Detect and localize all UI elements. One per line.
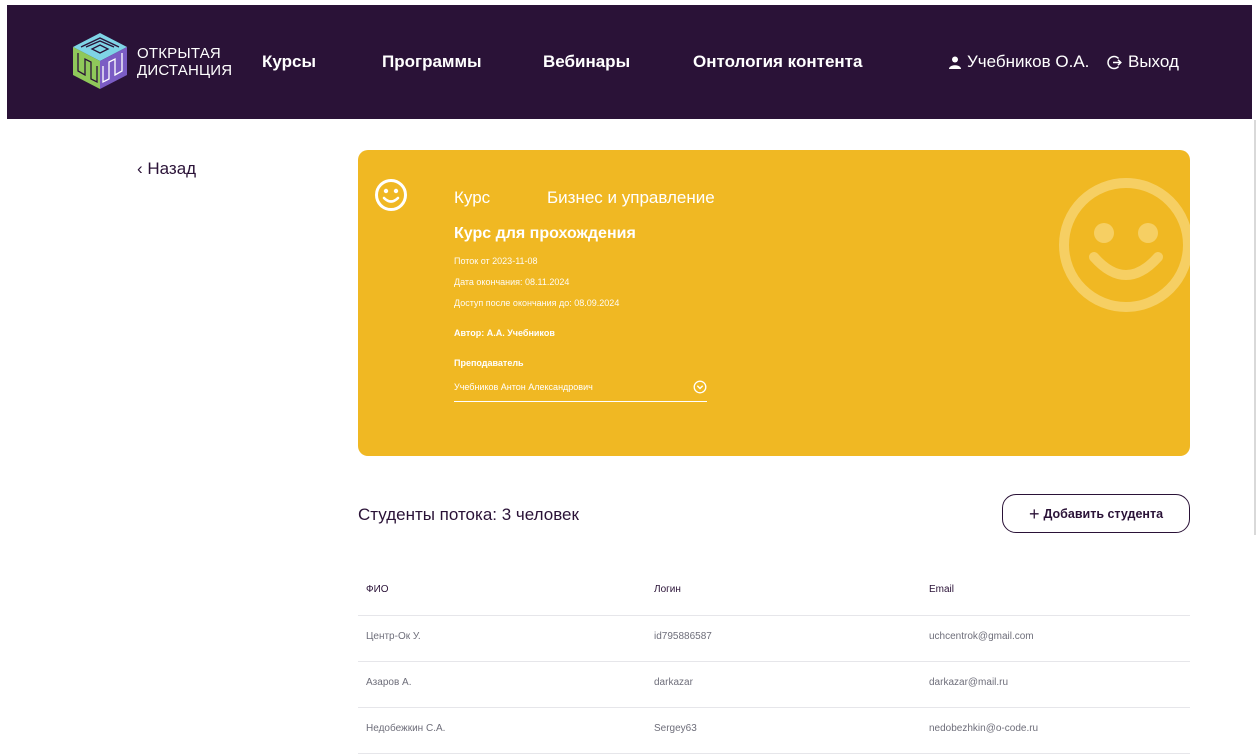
logo-text: ОТКРЫТАЯ ДИСТАНЦИЯ <box>137 45 232 79</box>
course-title: Курс для прохождения <box>454 225 636 242</box>
course-access-until: Доступ после окончания до: 08.09.2024 <box>454 298 620 308</box>
student-login: id795886587 <box>654 631 712 642</box>
scrollbar[interactable] <box>1254 120 1256 535</box>
logo-text-line2: ДИСТАНЦИЯ <box>137 62 233 79</box>
plus-icon: + <box>1028 503 1040 524</box>
chevron-down-icon[interactable] <box>693 380 707 394</box>
nav-item-programs[interactable]: Программы <box>382 52 482 72</box>
logout-label: Выход <box>1128 52 1179 71</box>
logout-icon <box>1107 55 1122 69</box>
logo-cube-icon[interactable] <box>71 31 129 91</box>
student-name: Азаров А. <box>366 677 412 688</box>
course-card: Курс Бизнес и управление Курс для прохож… <box>358 150 1190 456</box>
student-login: Sergey63 <box>654 723 697 734</box>
student-login: darkazar <box>654 677 693 688</box>
logo-text-line1: ОТКРЫТАЯ <box>137 45 221 62</box>
teacher-label: Преподаватель <box>454 358 524 368</box>
student-email: uchcentrok@gmail.com <box>929 631 1034 642</box>
course-author: Автор: А.А. Учебников <box>454 328 555 338</box>
user-name: Учебников О.А. <box>967 52 1090 71</box>
logout-button[interactable]: Выход <box>1107 52 1179 72</box>
nav-item-courses[interactable]: Курсы <box>262 52 316 72</box>
user-profile[interactable]: Учебников О.А. <box>949 52 1089 72</box>
table-row[interactable]: Недобежкин С.А. Sergey63 nedobezhkin@o-c… <box>358 708 1190 754</box>
column-header-name: ФИО <box>366 584 389 595</box>
top-header: ОТКРЫТАЯ ДИСТАНЦИЯ Курсы Программы Вебин… <box>7 5 1252 119</box>
table-header: ФИО Логин Email <box>358 570 1190 616</box>
table-row[interactable]: Азаров А. darkazar darkazar@mail.ru <box>358 662 1190 708</box>
table-row[interactable]: Центр-Ок У. id795886587 uchcentrok@gmail… <box>358 616 1190 662</box>
back-link[interactable]: ‹ Назад <box>137 159 196 179</box>
course-type-label: Курс <box>454 188 491 207</box>
user-icon <box>949 56 961 69</box>
course-category: Бизнес и управление <box>547 188 715 207</box>
add-student-button[interactable]: + Добавить студента <box>1002 494 1190 533</box>
smile-background-icon <box>1059 178 1190 312</box>
nav-item-webinars[interactable]: Вебинары <box>543 52 630 72</box>
column-header-login: Логин <box>654 584 681 595</box>
smile-icon <box>375 179 407 211</box>
student-name: Центр-Ок У. <box>366 631 421 642</box>
students-table: ФИО Логин Email Центр-Ок У. id795886587 … <box>358 570 1190 754</box>
column-header-email: Email <box>929 584 955 595</box>
student-email: darkazar@mail.ru <box>929 677 1009 688</box>
teacher-select[interactable]: Учебников Антон Александрович <box>454 378 707 402</box>
nav-item-content-ontology[interactable]: Онтология контента <box>693 52 862 72</box>
add-student-label: Добавить студента <box>1043 506 1164 521</box>
student-name: Недобежкин С.А. <box>366 723 446 734</box>
course-end-date: Дата окончания: 08.11.2024 <box>454 277 570 287</box>
students-count-title: Студенты потока: 3 человек <box>358 505 579 524</box>
course-stream: Поток от 2023-11-08 <box>454 256 538 266</box>
student-email: nedobezhkin@o-code.ru <box>929 723 1039 734</box>
teacher-select-value: Учебников Антон Александрович <box>454 382 593 392</box>
